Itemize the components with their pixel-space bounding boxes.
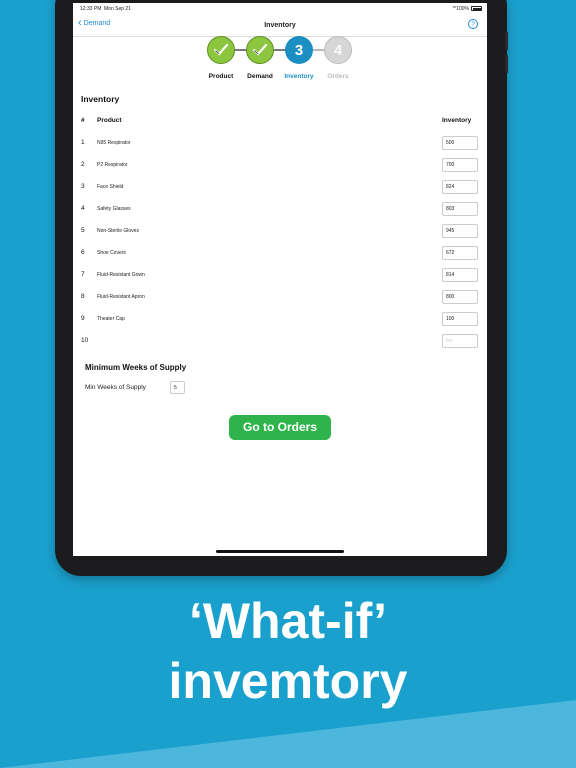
row-number: 1 bbox=[81, 139, 85, 146]
step-label-orders: Orders bbox=[327, 73, 349, 80]
step-inventory-active[interactable]: 3 bbox=[285, 36, 313, 64]
step-label-demand: Demand bbox=[247, 73, 273, 80]
row-number: 10 bbox=[81, 337, 89, 344]
inventory-input[interactable]: Inv bbox=[442, 334, 478, 348]
ipad-side-button bbox=[505, 32, 508, 50]
row-number: 6 bbox=[81, 249, 85, 256]
column-header-inventory: Inventory bbox=[442, 117, 472, 124]
min-weeks-label: Min Weeks of Supply bbox=[85, 384, 146, 391]
status-date: Mon Sep 21 bbox=[104, 6, 131, 12]
battery-icon bbox=[471, 6, 482, 11]
caption-line-2: invemtory bbox=[168, 653, 408, 709]
inventory-input[interactable]: 945 bbox=[442, 224, 478, 238]
row-product: P2 Respirator bbox=[97, 162, 128, 168]
battery-percent: 100% bbox=[456, 6, 469, 12]
row-product: Non-Sterile Gloves bbox=[97, 228, 139, 234]
row-number: 8 bbox=[81, 293, 85, 300]
inventory-input[interactable]: 814 bbox=[442, 268, 478, 282]
min-weeks-title: Minimum Weeks of Supply bbox=[85, 363, 187, 372]
row-number: 4 bbox=[81, 205, 85, 212]
page-title: Inventory bbox=[264, 22, 296, 29]
min-weeks-input[interactable]: 5 bbox=[170, 381, 185, 394]
app-screen: 12:33 PM Mon Sep 21 ≈ 100% ‹ Demand Inve… bbox=[73, 3, 487, 556]
inventory-input[interactable]: 500 bbox=[442, 136, 478, 150]
checkmark-icon bbox=[252, 43, 268, 56]
row-number: 7 bbox=[81, 271, 85, 278]
checkmark-icon bbox=[213, 43, 229, 56]
section-title: Inventory bbox=[81, 94, 120, 104]
inventory-input[interactable]: 672 bbox=[442, 246, 478, 260]
row-number: 9 bbox=[81, 315, 85, 322]
row-number: 2 bbox=[81, 161, 85, 168]
status-time: 12:33 PM bbox=[80, 6, 102, 12]
home-indicator bbox=[216, 550, 344, 553]
inventory-input[interactable]: 800 bbox=[442, 290, 478, 304]
row-product: Fluid-Resistant Apron bbox=[97, 294, 145, 300]
row-product: Face Shield bbox=[97, 184, 124, 190]
step-label-product: Product bbox=[208, 73, 234, 80]
status-bar: 12:33 PM Mon Sep 21 ≈ 100% bbox=[73, 3, 487, 15]
inventory-input[interactable]: 700 bbox=[442, 158, 478, 172]
navigation-bar: ‹ Demand Inventory ? bbox=[73, 15, 487, 37]
help-icon[interactable]: ? bbox=[468, 19, 478, 29]
column-header-number: # bbox=[81, 117, 85, 124]
step-orders-todo[interactable]: 4 bbox=[324, 36, 352, 64]
row-product: Theater Cap bbox=[97, 316, 125, 322]
column-header-product: Product bbox=[97, 117, 122, 124]
row-product: Shoe Covers bbox=[97, 250, 126, 256]
step-demand-done[interactable] bbox=[246, 36, 274, 64]
row-product: Safety Glasses bbox=[97, 206, 131, 212]
go-to-orders-button[interactable]: Go to Orders bbox=[229, 415, 331, 440]
inventory-input[interactable]: 803 bbox=[442, 202, 478, 216]
row-product: Fluid-Resistant Gown bbox=[97, 272, 145, 278]
inventory-input[interactable]: 100 bbox=[442, 312, 478, 326]
step-product-done[interactable] bbox=[207, 36, 235, 64]
caption-line-1: ‘What-if’ bbox=[188, 593, 388, 649]
row-product: N95 Respirator bbox=[97, 140, 131, 146]
step-label-inventory: Inventory bbox=[284, 73, 314, 80]
ipad-side-button bbox=[505, 55, 508, 73]
row-number: 5 bbox=[81, 227, 85, 234]
inventory-input[interactable]: 824 bbox=[442, 180, 478, 194]
row-number: 3 bbox=[81, 183, 85, 190]
